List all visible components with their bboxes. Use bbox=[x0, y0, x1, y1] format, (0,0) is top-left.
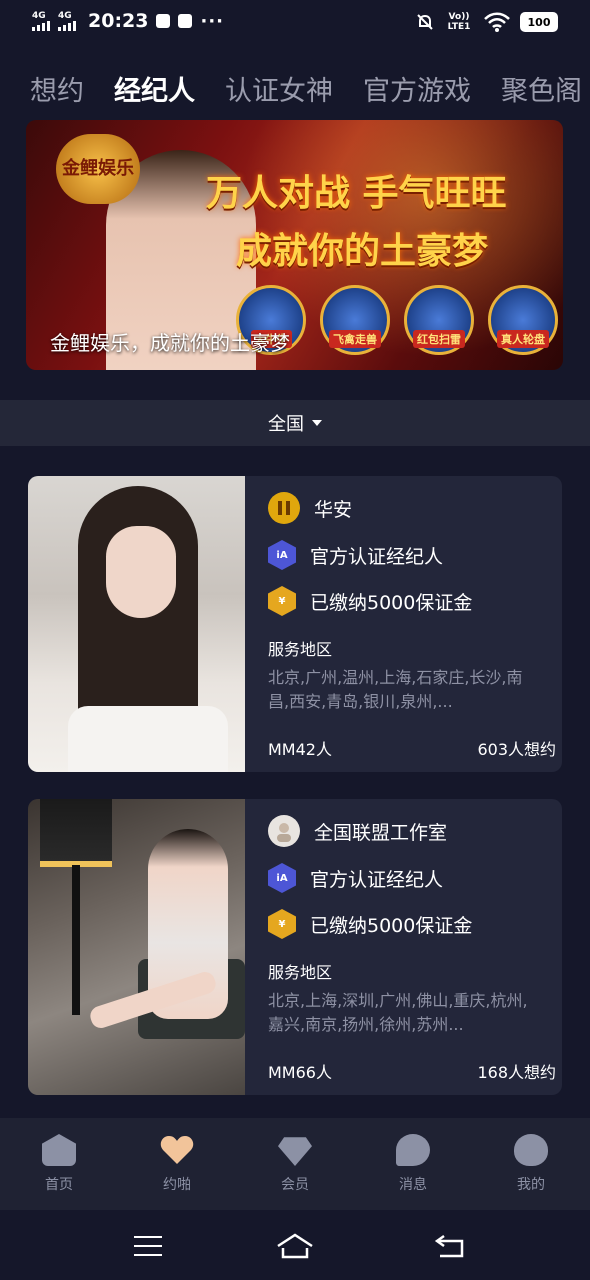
home-button-icon[interactable] bbox=[276, 1232, 314, 1260]
agent-card[interactable]: 全国联盟工作室 iA 官方认证经纪人 ¥ 已缴纳5000保证金 服务地区 北京,… bbox=[28, 799, 562, 1095]
deposit-label: 已缴纳5000保证金 bbox=[310, 591, 473, 614]
agent-avatar bbox=[268, 492, 300, 524]
category-tabs: 想约 经纪人 认证女神 官方游戏 聚色阁 bbox=[30, 70, 590, 114]
wifi-icon bbox=[484, 12, 510, 32]
nav-home[interactable]: 首页 bbox=[0, 1118, 118, 1210]
deposit-label: 已缴纳5000保证金 bbox=[310, 914, 473, 937]
agent-card[interactable]: 华安 iA 官方认证经纪人 ¥ 已缴纳5000保证金 服务地区 北京,广州,温州… bbox=[28, 476, 562, 772]
agent-photo bbox=[28, 799, 245, 1095]
bottom-navigation: 首页 约啪 会员 消息 我的 bbox=[0, 1118, 590, 1210]
want-count: 168人想约 bbox=[477, 1063, 556, 1082]
banner-caption: 金鲤娱乐，成就你的土豪梦 bbox=[50, 331, 290, 355]
more-notifications-icon: ··· bbox=[200, 10, 224, 32]
promo-banner[interactable]: 金鲤娱乐 万人对战 手气旺旺 成就你的土豪梦 大牛牛 飞禽走兽 红包扫雷 真人轮… bbox=[26, 120, 563, 370]
agent-photo bbox=[28, 476, 245, 772]
caret-down-icon bbox=[312, 420, 322, 426]
home-icon bbox=[42, 1134, 76, 1166]
back-button-icon[interactable] bbox=[434, 1234, 466, 1258]
nav-messages[interactable]: 消息 bbox=[354, 1118, 472, 1210]
service-area-list: 北京,广州,温州,上海,石家庄,长沙,南昌,西安,青岛,银川,泉州,... bbox=[268, 668, 523, 711]
diamond-icon bbox=[278, 1137, 312, 1166]
clock: 20:23 bbox=[88, 10, 149, 32]
tab-xiangyue[interactable]: 想约 bbox=[30, 70, 84, 114]
service-area-label: 服务地区 bbox=[268, 640, 333, 659]
battery-icon: 100 bbox=[520, 12, 558, 32]
agent-name: 华安 bbox=[314, 498, 353, 521]
want-count: 603人想约 bbox=[477, 740, 556, 759]
banner-headline: 万人对战 手气旺旺 bbox=[206, 173, 507, 214]
region-filter-label: 全国 bbox=[268, 414, 304, 435]
region-filter-dropdown[interactable]: 全国 bbox=[0, 400, 590, 446]
heart-icon bbox=[160, 1134, 194, 1166]
game-icon: 飞禽走兽 bbox=[320, 285, 390, 355]
agent-name: 全国联盟工作室 bbox=[314, 821, 448, 844]
brand-logo: 金鲤娱乐 bbox=[56, 134, 140, 204]
certified-agent-label: 官方认证经纪人 bbox=[310, 868, 444, 891]
banner-subheadline: 成就你的土豪梦 bbox=[236, 231, 489, 272]
tab-agent[interactable]: 经纪人 bbox=[114, 70, 195, 114]
tab-verified-goddess[interactable]: 认证女神 bbox=[225, 70, 333, 114]
agent-avatar bbox=[268, 815, 300, 847]
nav-profile[interactable]: 我的 bbox=[472, 1118, 590, 1210]
deposit-badge-icon: ¥ bbox=[268, 586, 296, 616]
status-bar: 4G 4G 20:23 ··· Vo)) LTE1 100 bbox=[0, 0, 590, 46]
profile-icon bbox=[514, 1134, 548, 1166]
notification-icon bbox=[178, 14, 193, 28]
certified-badge-icon: iA bbox=[268, 540, 296, 570]
mm-count: MM66人 bbox=[268, 1063, 332, 1082]
signal-icon: 4G bbox=[32, 11, 50, 31]
game-icon: 真人轮盘 bbox=[488, 285, 558, 355]
tab-official-games[interactable]: 官方游戏 bbox=[363, 70, 471, 114]
mm-count: MM42人 bbox=[268, 740, 332, 759]
tab-jusege[interactable]: 聚色阁 bbox=[501, 70, 582, 114]
system-navigation-bar bbox=[0, 1210, 590, 1280]
message-icon bbox=[396, 1134, 430, 1166]
nav-membership[interactable]: 会员 bbox=[236, 1118, 354, 1210]
notification-icon bbox=[156, 14, 171, 28]
service-area-list: 北京,上海,深圳,广州,佛山,重庆,杭州,嘉兴,南京,扬州,徐州,苏州... bbox=[268, 991, 528, 1034]
certified-agent-label: 官方认证经纪人 bbox=[310, 545, 444, 568]
certified-badge-icon: iA bbox=[268, 863, 296, 893]
game-icon: 红包扫雷 bbox=[404, 285, 474, 355]
signal-icon: 4G bbox=[58, 11, 76, 31]
mute-icon bbox=[417, 14, 433, 30]
recent-apps-icon[interactable] bbox=[134, 1236, 162, 1256]
volte-indicator: Vo)) LTE1 bbox=[447, 12, 471, 32]
nav-yuepa[interactable]: 约啪 bbox=[118, 1118, 236, 1210]
deposit-badge-icon: ¥ bbox=[268, 909, 296, 939]
service-area-label: 服务地区 bbox=[268, 963, 333, 982]
